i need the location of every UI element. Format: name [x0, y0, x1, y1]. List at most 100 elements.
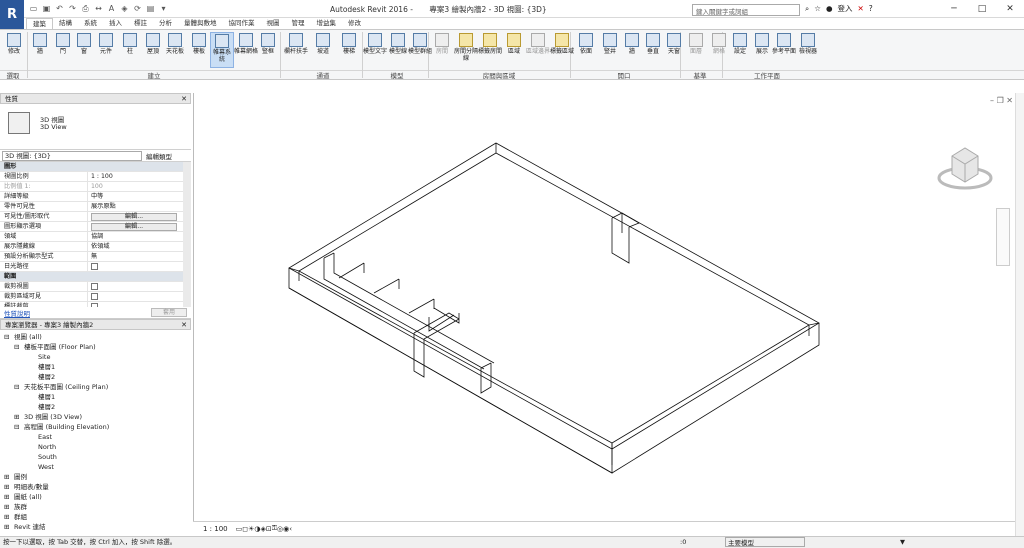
viewcube[interactable]: [934, 138, 996, 198]
tree-item[interactable]: North: [38, 443, 56, 452]
expand-icon[interactable]: ⊟: [14, 423, 19, 432]
ribbon-button-4[interactable]: 元件: [94, 32, 118, 68]
property-value[interactable]: [88, 262, 183, 271]
ribbon-button-25[interactable]: 豎井: [598, 32, 622, 68]
ribbon-button-1[interactable]: 牆: [28, 32, 52, 68]
tab-8[interactable]: 視圖: [261, 18, 286, 29]
text-icon[interactable]: A: [106, 3, 117, 14]
ribbon-button-24[interactable]: 依面: [574, 32, 598, 68]
sync-icon[interactable]: ⟳: [132, 3, 143, 14]
navigation-bar[interactable]: [996, 208, 1010, 266]
tree-item[interactable]: 圖例: [14, 473, 27, 482]
tree-item[interactable]: 族群: [14, 503, 27, 512]
property-value[interactable]: 無: [88, 252, 183, 261]
dropdown-icon[interactable]: ▾: [158, 3, 169, 14]
tab-3[interactable]: 插入: [103, 18, 128, 29]
ribbon-button-9[interactable]: 帷幕系統: [210, 32, 234, 68]
checkbox[interactable]: [91, 303, 98, 307]
ribbon-button-21[interactable]: 區域: [502, 32, 526, 68]
ribbon-button-3[interactable]: 窗: [72, 32, 96, 68]
property-value[interactable]: 中等: [88, 192, 183, 201]
close-views-icon[interactable]: ▤: [145, 3, 156, 14]
ribbon-button-0[interactable]: 修改: [2, 32, 26, 68]
tab-4[interactable]: 標註: [128, 18, 153, 29]
expand-icon[interactable]: ⊟: [14, 383, 19, 392]
edit-button[interactable]: 編輯...: [91, 223, 177, 231]
property-value[interactable]: 依領域: [88, 242, 183, 251]
ribbon-button-6[interactable]: 屋頂: [141, 32, 165, 68]
close-view-icon[interactable]: ✕: [1006, 96, 1013, 105]
save-icon[interactable]: ▣: [41, 3, 52, 14]
tab-1[interactable]: 結構: [53, 18, 78, 29]
ribbon-button-11[interactable]: 豎框: [256, 32, 280, 68]
tree-item[interactable]: 樓層1: [38, 363, 55, 372]
expand-icon[interactable]: ⊞: [14, 413, 19, 422]
exchange-icon[interactable]: ✕: [857, 4, 863, 13]
ribbon-button-17[interactable]: 模型群組: [408, 32, 432, 68]
3d-view-icon[interactable]: ◈: [119, 3, 130, 14]
ribbon-button-34[interactable]: 檢視器: [796, 32, 820, 68]
ribbon-button-16[interactable]: 模型線: [386, 32, 410, 68]
type-selector[interactable]: 3D 視圖 3D View: [0, 104, 191, 150]
tab-6[interactable]: 量體與敷地: [178, 18, 223, 29]
vertical-scrollbar[interactable]: [1015, 93, 1024, 536]
help-button[interactable]: ?: [869, 4, 873, 13]
tab-11[interactable]: 修改: [342, 18, 367, 29]
tab-5[interactable]: 分析: [153, 18, 178, 29]
sign-in-link[interactable]: 登入: [837, 3, 852, 14]
close-icon[interactable]: ✕: [181, 320, 187, 330]
collapse-icon[interactable]: ‹: [289, 525, 292, 533]
ribbon-button-23[interactable]: 標籤區域: [550, 32, 574, 68]
panel-select[interactable]: 選取: [0, 71, 26, 81]
expand-icon[interactable]: ⊟: [4, 333, 9, 342]
ribbon-button-13[interactable]: 坡道: [311, 32, 335, 68]
properties-help-link[interactable]: 性質說明: [4, 308, 30, 318]
tab-0[interactable]: 建築: [26, 18, 53, 29]
undo-icon[interactable]: ↶: [54, 3, 65, 14]
ribbon-button-20[interactable]: 標籤房間: [478, 32, 502, 68]
tab-2[interactable]: 系統: [78, 18, 103, 29]
checkbox[interactable]: [91, 263, 98, 270]
checkbox[interactable]: [91, 293, 98, 300]
property-value[interactable]: [88, 292, 183, 301]
ribbon-button-33[interactable]: 參考平面: [772, 32, 796, 68]
edit-button[interactable]: 編輯...: [91, 213, 177, 221]
ribbon-button-18[interactable]: 房間: [430, 32, 454, 68]
tree-item[interactable]: 樓層2: [38, 403, 55, 412]
property-value[interactable]: [88, 282, 183, 291]
expand-icon[interactable]: ⊞: [4, 503, 9, 512]
ribbon-button-5[interactable]: 柱: [118, 32, 142, 68]
drawing-canvas[interactable]: – ❐ ✕: [193, 93, 1015, 521]
3d-model-view[interactable]: [194, 93, 1016, 521]
user-icon[interactable]: ●: [826, 4, 833, 13]
tree-item[interactable]: 樓層1: [38, 393, 55, 402]
ribbon-button-28[interactable]: 天窗: [662, 32, 686, 68]
ribbon-button-12[interactable]: 欄杆扶手: [284, 32, 308, 68]
ribbon-button-10[interactable]: 帷幕網格: [234, 32, 258, 68]
print-icon[interactable]: ⎙: [80, 3, 91, 14]
expand-icon[interactable]: ⊞: [4, 483, 9, 492]
expand-icon[interactable]: ⊟: [14, 343, 19, 352]
tree-item[interactable]: 群組: [14, 513, 27, 522]
tree-item[interactable]: 高程圖 (Building Elevation): [24, 423, 109, 432]
tree-item[interactable]: West: [38, 463, 54, 472]
expand-icon[interactable]: ⊞: [4, 523, 9, 532]
property-value[interactable]: 100: [88, 182, 183, 191]
detail-level-icon[interactable]: ▭: [236, 525, 243, 533]
tree-item[interactable]: 天花板平面圖 (Ceiling Plan): [24, 383, 108, 392]
tree-item[interactable]: East: [38, 433, 52, 442]
close-icon[interactable]: ✕: [181, 94, 187, 104]
instance-selector[interactable]: 3D 視圖: {3D}: [2, 150, 142, 161]
close-icon[interactable]: ✕: [996, 0, 1024, 18]
tab-10[interactable]: 增益集: [311, 18, 343, 29]
ribbon-button-15[interactable]: 模型文字: [363, 32, 387, 68]
ribbon-button-31[interactable]: 設定: [728, 32, 752, 68]
tree-item[interactable]: South: [38, 453, 57, 462]
property-value[interactable]: [88, 302, 183, 307]
apply-button[interactable]: 套用: [151, 308, 187, 317]
expand-icon[interactable]: ⊞: [4, 473, 9, 482]
ribbon-button-29[interactable]: 面層: [684, 32, 708, 68]
measure-icon[interactable]: ↔: [93, 3, 104, 14]
ribbon-button-19[interactable]: 房間分隔線: [454, 32, 478, 68]
property-value[interactable]: 編輯...: [88, 222, 183, 231]
